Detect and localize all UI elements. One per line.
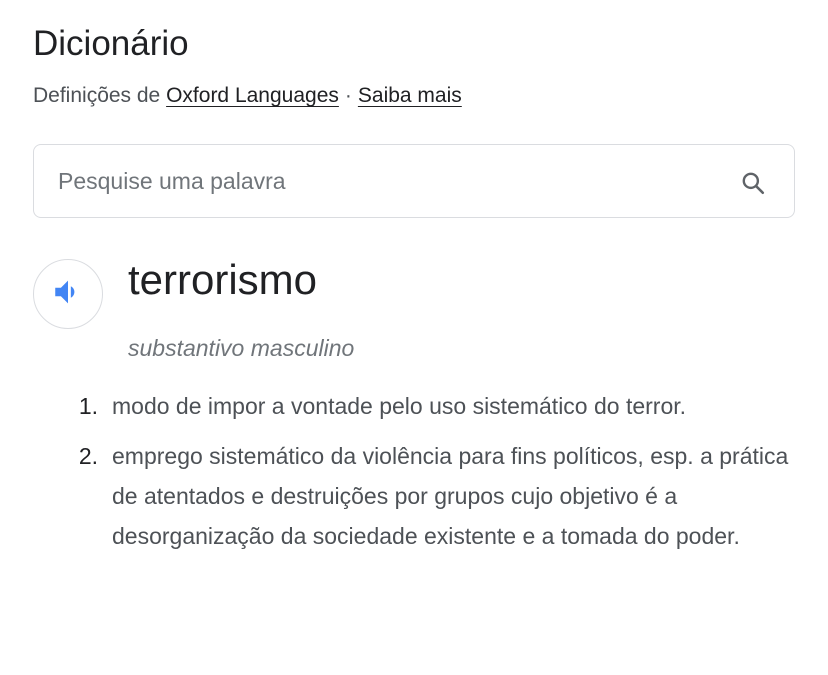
speaker-icon [51,275,85,314]
source-line: Definições de Oxford Languages · Saiba mai… [33,83,462,109]
search-icon[interactable] [740,170,766,196]
definition-number: 2. [78,443,98,469]
dictionary-title: Dicionário [33,24,189,63]
definition-item: 1. modo de impor a vontade pelo uso sist… [0,386,828,426]
dictionary-card: Dicionário Definições de Oxford Language… [0,0,828,675]
definition-text: modo de impor a vontade pelo uso sistemá… [112,393,687,419]
part-of-speech: substantivo masculino [128,335,355,361]
headword: terrorismo [128,256,318,303]
definition-list: 1. modo de impor a vontade pelo uso sist… [0,386,828,566]
definition-text: emprego sistemático da violência para fi… [112,443,789,549]
pronunciation-audio-button[interactable] [33,259,103,329]
search-input[interactable] [58,145,708,217]
learn-more-link[interactable]: Saiba mais [358,84,462,107]
definition-number: 1. [78,393,98,419]
definition-item: 2. emprego sistemático da violência para… [0,436,828,556]
oxford-languages-link[interactable]: Oxford Languages [166,84,339,107]
source-prefix: Definições de [33,84,161,107]
separator: · [344,84,352,107]
search-box[interactable] [33,144,795,218]
